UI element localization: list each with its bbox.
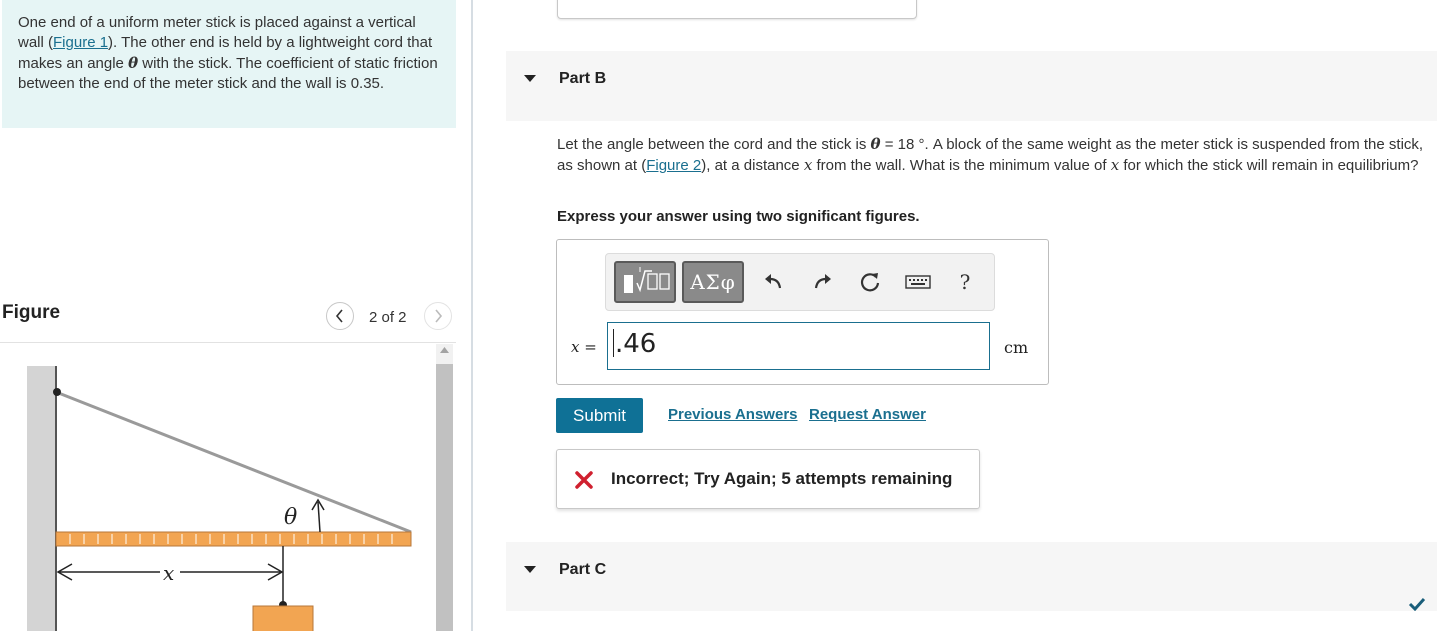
previous-part-box: [557, 0, 917, 19]
theta-label: θ: [284, 505, 297, 530]
submit-button[interactable]: Submit: [556, 398, 643, 433]
figure-page-indicator: 2 of 2: [369, 309, 407, 326]
request-answer-link[interactable]: Request Answer: [809, 406, 926, 423]
chevron-left-icon: [335, 309, 343, 323]
redo-button[interactable]: [812, 269, 834, 295]
scroll-up-button[interactable]: [436, 347, 453, 361]
keyboard-icon: [905, 275, 931, 289]
caret-down-icon: [524, 566, 536, 573]
cord-attachment: [53, 388, 61, 396]
part-b-header[interactable]: Part B: [506, 51, 1437, 121]
incorrect-x-icon: [575, 471, 593, 489]
theta-symbol: θ: [870, 135, 881, 153]
previous-figure-button[interactable]: [326, 302, 354, 330]
answer-instruction: Express your answer using two significan…: [557, 208, 920, 225]
theta-symbol: θ: [128, 54, 139, 72]
wall: [27, 366, 56, 631]
chevron-right-icon: [435, 309, 443, 323]
previous-answers-link[interactable]: Previous Answers: [668, 406, 798, 423]
problem-statement: One end of a uniform meter stick is plac…: [2, 0, 456, 128]
figure-header-divider: [0, 342, 456, 343]
undo-button[interactable]: [762, 269, 784, 295]
keyboard-button[interactable]: [905, 269, 931, 295]
part-c-header[interactable]: Part C: [506, 542, 1437, 611]
pane-divider[interactable]: [471, 0, 473, 631]
feedback-text: Incorrect; Try Again; 5 attempts remaini…: [611, 469, 953, 488]
templates-icon: [624, 267, 670, 293]
answer-variable-label: x =: [571, 338, 597, 356]
cord: [55, 390, 412, 534]
part-c-title: Part C: [559, 561, 607, 578]
part-b-question: Let the angle between the cord and the s…: [557, 135, 1424, 174]
scrollbar-thumb[interactable]: [436, 364, 453, 631]
triangle-up-icon: [440, 347, 449, 353]
next-figure-button[interactable]: [424, 302, 452, 330]
redo-icon: [814, 274, 831, 289]
help-button[interactable]: ?: [955, 269, 975, 295]
part-b-title: Part B: [559, 70, 607, 87]
checkmark-icon: [1408, 597, 1426, 611]
feedback-message: Incorrect; Try Again; 5 attempts remaini…: [556, 449, 980, 509]
answer-unit: cm: [1004, 338, 1029, 357]
answer-value: .46: [615, 329, 657, 359]
greek-symbols-button[interactable]: ΑΣφ: [682, 261, 744, 303]
text-cursor: [613, 329, 614, 357]
reset-button[interactable]: [858, 269, 882, 295]
meter-stick: [55, 531, 412, 547]
problem-text: One end of a uniform meter stick is plac…: [18, 14, 438, 92]
answer-input[interactable]: .46: [607, 322, 990, 370]
reset-icon: [860, 273, 880, 292]
figure-2-diagram: θ x: [27, 366, 412, 631]
figure-title: Figure: [2, 302, 61, 323]
figure-1-link[interactable]: Figure 1: [53, 34, 108, 51]
undo-icon: [765, 274, 782, 289]
x-label: x: [163, 561, 174, 585]
figure-2-link[interactable]: Figure 2: [646, 157, 701, 174]
templates-button[interactable]: [614, 261, 676, 303]
angle-arc: [317, 501, 321, 533]
caret-down-icon: [524, 75, 536, 82]
hanging-block: [252, 605, 314, 631]
